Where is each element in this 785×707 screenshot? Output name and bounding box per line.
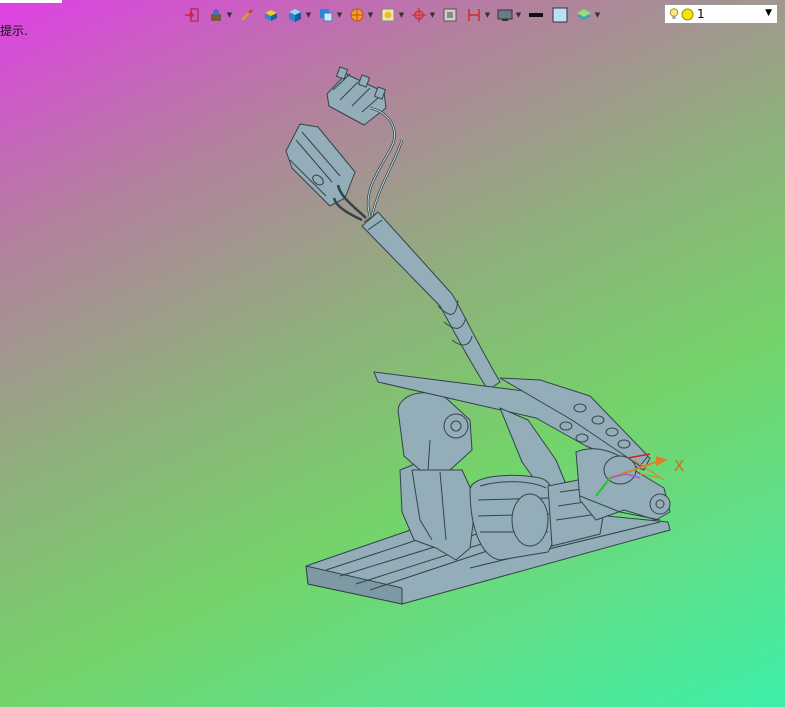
pivot-assembly xyxy=(575,448,671,521)
cable-sheath xyxy=(361,211,501,391)
connector-upper[interactable] xyxy=(326,66,387,126)
pedal-assembly-model[interactable] xyxy=(0,0,785,707)
connector-lower[interactable] xyxy=(285,123,356,207)
axis-x-label: X xyxy=(674,457,685,475)
3d-viewport[interactable]: 提示. ▼ ▼ ▼ ▼ ▼ ▼ ▼ ▼ ▼ 1 ▼ X xyxy=(0,0,785,707)
